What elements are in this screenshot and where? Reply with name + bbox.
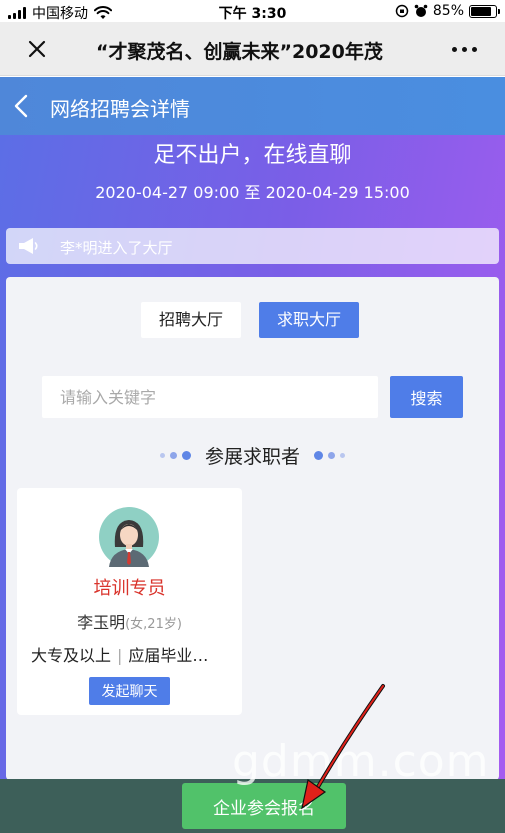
candidate-details: 大专及以上 | 应届毕业… <box>31 642 231 666</box>
candidate-card[interactable]: 培训专员 李玉明(女,21岁) 大专及以上 | 应届毕业… 发起聊天 <box>17 488 242 715</box>
notice-text: 李*明进入了大厅 <box>60 239 173 257</box>
page-header: 网络招聘会详情 <box>0 77 505 135</box>
battery-percent: 85% <box>432 3 464 19</box>
candidate-gender-age: (女,21岁) <box>125 617 182 632</box>
back-icon[interactable] <box>8 90 36 122</box>
section-title: 参展求职者 <box>204 445 300 468</box>
megaphone-icon <box>19 238 38 254</box>
start-chat-button[interactable]: 发起聊天 <box>89 677 170 705</box>
alarm-icon <box>414 4 428 17</box>
candidate-position: 培训专员 <box>93 578 166 599</box>
tab-seeker-hall[interactable]: 求职大厅 <box>259 302 360 338</box>
right-dots-decoration <box>314 450 345 460</box>
bottom-bar: 企业参会报名 <box>0 779 505 833</box>
battery-fill <box>471 6 492 16</box>
annotation-arrow <box>301 684 385 810</box>
status-bar: 中国移动 下午 3:30 85% <box>0 0 505 22</box>
date-range: 2020-04-27 09:00 至 2020-04-29 15:00 <box>95 183 410 202</box>
candidate-education: 大专及以上 <box>31 646 112 665</box>
candidate-status: 应届毕业… <box>128 646 209 665</box>
tab-recruit-hall[interactable]: 招聘大厅 <box>141 302 242 338</box>
page-title: 网络招聘会详情 <box>50 97 190 121</box>
status-right: 85% <box>395 3 500 19</box>
content-panel: 招聘大厅 求职大厅 搜索 参展求职者 培训专员 <box>6 277 499 780</box>
wechat-title-bar: “才聚茂名、创赢未来”2020年茂 <box>0 22 505 76</box>
rotation-lock-icon <box>395 4 409 18</box>
slogan: 足不出户，在线直聊 <box>153 143 352 168</box>
avatar <box>99 507 159 567</box>
more-options-icon[interactable] <box>449 36 479 62</box>
search-input[interactable] <box>42 376 378 418</box>
separator: | <box>117 646 123 665</box>
wechat-page-title: “才聚茂名、创赢未来”2020年茂 <box>96 41 383 63</box>
candidate-name: 李玉明 <box>77 613 126 632</box>
battery-icon <box>469 4 500 18</box>
close-icon[interactable] <box>22 34 52 64</box>
search-button[interactable]: 搜索 <box>390 376 463 418</box>
fair-hero: 足不出户，在线直聊 2020-04-27 09:00 至 2020-04-29 … <box>0 135 505 780</box>
candidate-name-row: 李玉明(女,21岁) <box>17 609 242 633</box>
left-dots-decoration <box>159 450 191 460</box>
section-header: 参展求职者 <box>6 440 499 470</box>
entry-notice: 李*明进入了大厅 <box>6 228 499 264</box>
